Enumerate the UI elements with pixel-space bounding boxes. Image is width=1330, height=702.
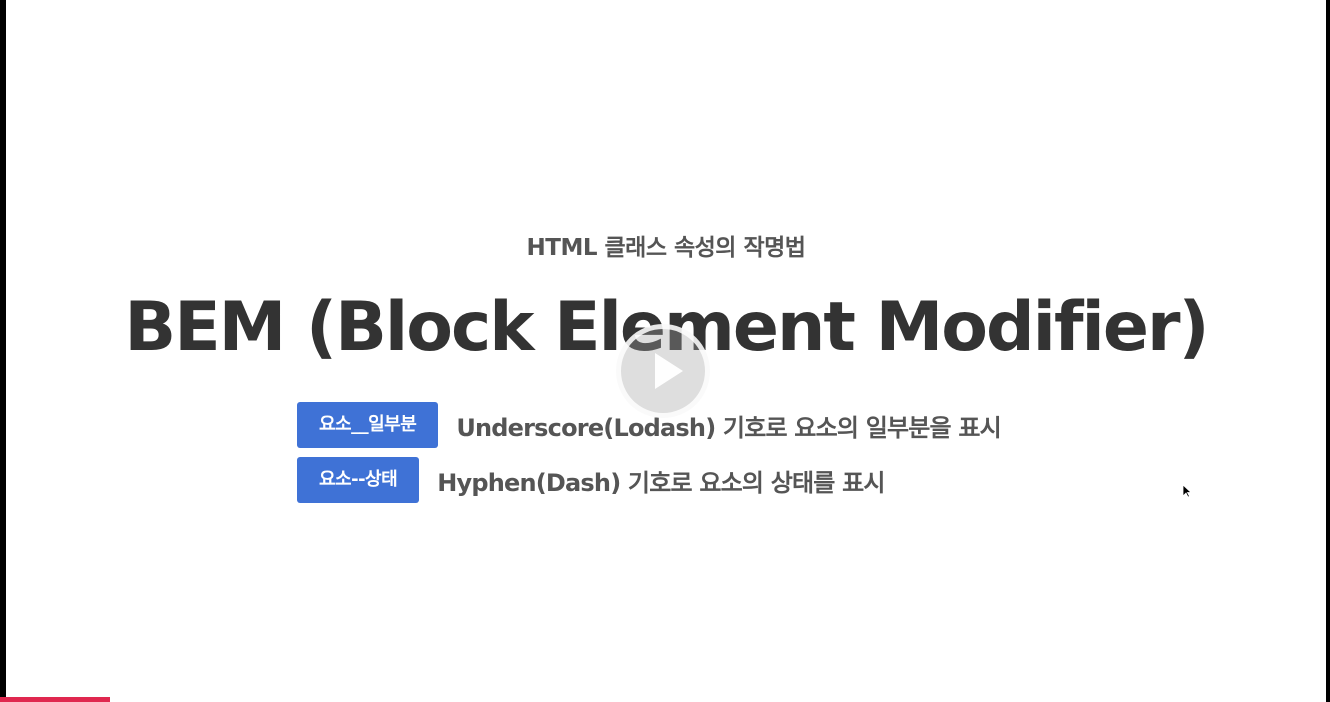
bem-row-modifier: 요소--상태 Hyphen(Dash) 기호로 요소의 상태를 표시 (297, 457, 885, 503)
play-icon (655, 353, 683, 389)
play-button[interactable] (616, 324, 710, 418)
slide-subtitle: HTML 클래스 속성의 작명법 (526, 235, 806, 261)
badge-element-state: 요소--상태 (297, 457, 420, 503)
video-frame[interactable]: HTML 클래스 속성의 작명법 BEM (Block Element Modi… (6, 0, 1326, 702)
mouse-pointer-icon (1182, 484, 1192, 498)
progress-bar[interactable] (0, 697, 111, 702)
description-element-part: Underscore(Lodash) 기호로 요소의 일부분을 표시 (456, 413, 1001, 442)
badge-element-part: 요소__일부분 (297, 402, 439, 448)
description-element-state: Hyphen(Dash) 기호로 요소의 상태를 표시 (437, 468, 885, 497)
